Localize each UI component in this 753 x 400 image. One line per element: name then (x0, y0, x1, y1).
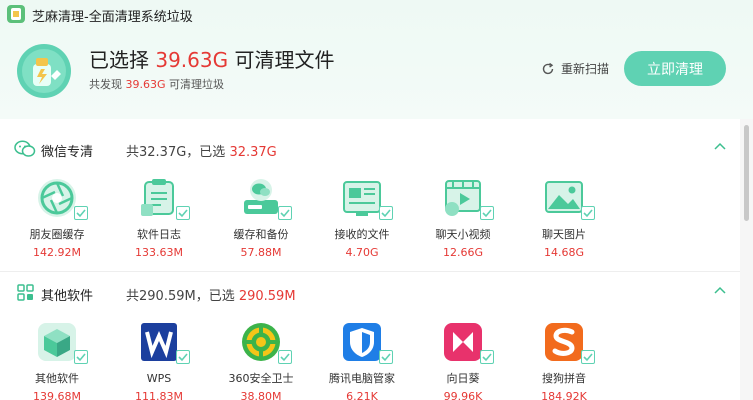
item-name: 缓存和备份 (233, 228, 289, 241)
item-checkbox[interactable] (480, 350, 494, 364)
item-checkbox[interactable] (379, 350, 393, 364)
item-moments-cache[interactable]: 朋友圈缓存 142.92M (12, 176, 102, 260)
item-name: 腾讯电脑管家 (329, 372, 395, 385)
camera-aperture-icon (38, 179, 76, 217)
section-title-other-software: 其他软件 (41, 289, 94, 304)
item-size: 142.92M (33, 246, 81, 259)
item-checkbox[interactable] (278, 206, 292, 220)
item-sunflower[interactable]: 向日葵 99.96K (418, 320, 508, 400)
item-name: 聊天小视频 (435, 228, 491, 241)
vertical-scrollbar[interactable] (740, 119, 753, 400)
item-checkbox[interactable] (176, 350, 190, 364)
tencent-pc-manager-icon (343, 323, 381, 361)
item-name: 搜狗拼音 (542, 372, 586, 385)
refresh-icon (542, 62, 554, 74)
item-checkbox[interactable] (74, 350, 88, 364)
item-size: 57.88M (240, 246, 282, 259)
chevron-up-icon[interactable] (713, 284, 727, 298)
rescan-label: 重新扫描 (561, 62, 610, 76)
item-size: 4.70G (345, 246, 379, 259)
item-received-files[interactable]: 接收的文件 4.70G (317, 176, 407, 260)
item-name: 接收的文件 (334, 228, 390, 241)
item-size: 184.92K (541, 390, 587, 400)
received-files-icon (343, 181, 381, 216)
section-header-other-software: 其他软件 共290.59M，已选 290.59M (0, 278, 740, 308)
apps-grid-icon (17, 284, 34, 301)
chat-video-icon (445, 180, 481, 216)
item-checkbox[interactable] (581, 350, 595, 364)
item-size: 133.63M (135, 246, 183, 259)
item-tencent-pc-manager[interactable]: 腾讯电脑管家 6.21K (317, 320, 407, 400)
app-window: 芝麻清理-全面清理系统垃圾 已选择 39.63G 可清理文件 共发现 39.63… (0, 0, 753, 400)
item-name: 软件日志 (137, 228, 181, 241)
item-checkbox[interactable] (480, 206, 494, 220)
scrollbar-thumb[interactable] (744, 125, 749, 221)
sunflower-remote-icon (444, 323, 482, 361)
sogou-pinyin-icon (545, 323, 583, 361)
section-summary-other-software: 共290.59M，已选 290.59M (126, 289, 296, 304)
item-other-software[interactable]: 其他软件 139.68M (12, 320, 102, 400)
app-logo-icon (7, 5, 25, 23)
clean-now-button[interactable]: 立即清理 (624, 51, 726, 86)
item-name: 聊天图片 (542, 228, 586, 241)
item-checkbox[interactable] (278, 350, 292, 364)
item-checkbox[interactable] (379, 206, 393, 220)
item-size: 111.83M (135, 390, 183, 400)
item-sogou-pinyin[interactable]: 搜狗拼音 184.92K (519, 320, 609, 400)
item-name: 向日葵 (446, 372, 480, 385)
item-cache-backup[interactable]: 缓存和备份 57.88M (216, 176, 306, 260)
item-checkbox[interactable] (176, 206, 190, 220)
rescan-button[interactable]: 重新扫描 (541, 60, 609, 77)
found-size: 39.63G (125, 78, 166, 91)
clipboard-log-icon (141, 179, 174, 216)
cleaner-bag-icon (17, 44, 71, 98)
section-title-wechat: 微信专清 (41, 145, 94, 160)
item-wps[interactable]: WPS 111.83M (114, 320, 204, 400)
item-360-security[interactable]: 360安全卫士 38.80M (216, 320, 306, 400)
item-size: 38.80M (240, 390, 282, 400)
chevron-up-icon[interactable] (713, 140, 727, 154)
wps-icon (141, 323, 177, 361)
wechat-backup-icon (244, 179, 278, 214)
header-panel: 芝麻清理-全面清理系统垃圾 已选择 39.63G 可清理文件 共发现 39.63… (0, 0, 753, 119)
item-name: 其他软件 (35, 372, 79, 385)
item-size: 99.96K (443, 390, 483, 400)
window-title: 芝麻清理-全面清理系统垃圾 (32, 10, 193, 25)
software-box-icon (38, 323, 76, 361)
section-summary-wechat: 共32.37G，已选 32.37G (126, 145, 277, 160)
item-size: 14.68G (543, 246, 584, 259)
item-name: WPS (146, 372, 172, 385)
selected-size: 39.63G (155, 48, 229, 72)
item-chat-images[interactable]: 聊天图片 14.68G (519, 176, 609, 260)
found-summary: 共发现 39.63G 可清理垃圾 (89, 78, 225, 91)
item-checkbox[interactable] (74, 206, 88, 220)
chat-image-icon (545, 181, 583, 213)
360-security-icon (242, 323, 280, 361)
item-size: 6.21K (346, 390, 378, 400)
item-chat-videos[interactable]: 聊天小视频 12.66G (418, 176, 508, 260)
selected-summary: 已选择 39.63G 可清理文件 (89, 48, 335, 72)
item-size: 139.68M (33, 390, 81, 400)
item-name: 360安全卫士 (228, 372, 294, 385)
item-software-logs[interactable]: 软件日志 133.63M (114, 176, 204, 260)
wechat-icon (14, 140, 36, 157)
item-checkbox[interactable] (581, 206, 595, 220)
section-divider (0, 271, 740, 272)
section-header-wechat: 微信专清 共32.37G，已选 32.37G (0, 134, 740, 164)
item-size: 12.66G (442, 246, 483, 259)
item-name: 朋友圈缓存 (29, 228, 85, 241)
